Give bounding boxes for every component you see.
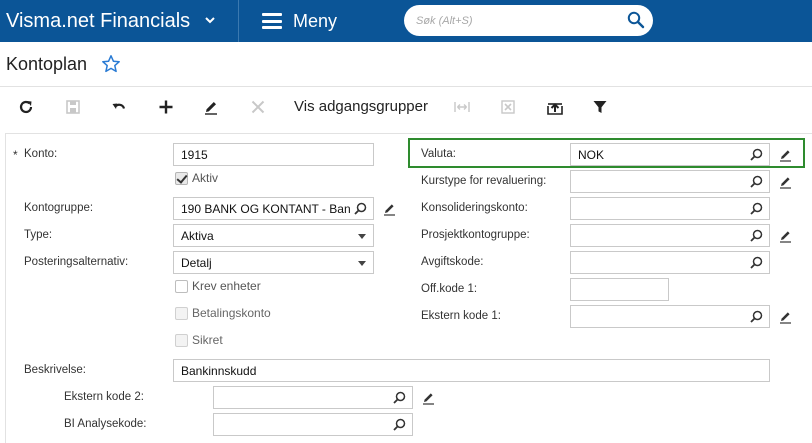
lookup-icon[interactable] (354, 202, 367, 215)
krev-enheter-label: Krev enheter (192, 279, 261, 293)
sikret-checkbox[interactable] (175, 334, 188, 347)
page-title: Kontoplan (6, 54, 88, 74)
edit-pencil-icon[interactable] (779, 148, 793, 162)
ekstern-kode-1-label: Ekstern kode 1: (421, 310, 501, 322)
chevron-down-icon (358, 261, 366, 266)
lookup-icon[interactable] (750, 148, 763, 161)
sikret-label: Sikret (192, 333, 223, 347)
edit-pencil-icon[interactable] (383, 202, 397, 216)
konto-label: Konto: (24, 148, 58, 160)
undo-icon (112, 103, 126, 109)
avgiftskode-label: Avgiftskode: (421, 256, 484, 268)
add-button[interactable] (155, 96, 177, 118)
posteringsalternativ-label: Posteringsalternativ: (24, 256, 129, 268)
ekstern-kode-2-label: Ekstern kode 2: (64, 391, 144, 403)
konsolideringskonto-label: Konsolideringskonto: (421, 202, 528, 214)
hamburger-icon (262, 13, 282, 29)
excel-icon (501, 100, 515, 114)
valuta-field[interactable]: NOK (570, 143, 770, 166)
konsolideringskonto-field[interactable] (570, 197, 770, 220)
prosjektkontogruppe-field[interactable] (570, 224, 770, 247)
refresh-button[interactable] (15, 96, 37, 118)
avgiftskode-field[interactable] (570, 251, 770, 274)
app-switcher[interactable]: Visma.net Financials (0, 0, 238, 42)
edit-pencil-icon[interactable] (779, 175, 793, 189)
kurstype-field[interactable] (570, 170, 770, 193)
page-header: Kontoplan (0, 42, 812, 87)
edit-pencil-icon[interactable] (422, 391, 436, 405)
valuta-label: Valuta: (421, 148, 456, 160)
undo-button[interactable] (108, 96, 130, 118)
edit-button[interactable] (200, 96, 222, 118)
save-button[interactable] (62, 96, 84, 118)
divider (238, 0, 239, 42)
kurstype-label: Kurstype for revaluering: (421, 175, 547, 187)
save-icon (66, 100, 80, 114)
lookup-icon[interactable] (393, 418, 406, 431)
global-search (404, 5, 653, 36)
betalingskonto-label: Betalingskonto (192, 306, 271, 320)
top-bar: Visma.net Financials Meny (0, 0, 812, 42)
prosjektkontogruppe-label: Prosjektkontogruppe: (421, 229, 530, 241)
posteringsalternativ-select[interactable]: Detalj (173, 251, 374, 274)
lookup-icon[interactable] (750, 202, 763, 215)
betalingskonto-checkbox[interactable] (175, 307, 188, 320)
search-icon[interactable] (627, 11, 645, 29)
app-title: Visma.net Financials (6, 9, 191, 32)
export-excel-button[interactable] (497, 96, 519, 118)
favorite-star-icon[interactable] (101, 54, 121, 74)
chevron-down-icon (205, 17, 215, 24)
type-select[interactable]: Aktiva (173, 224, 374, 247)
delete-button[interactable] (247, 96, 269, 118)
krev-enheter-checkbox[interactable] (175, 280, 188, 293)
access-groups-button[interactable]: Vis adgangsgrupper (294, 98, 428, 115)
aktiv-label: Aktiv (192, 171, 219, 185)
chevron-down-icon (358, 234, 366, 239)
plus-icon (159, 100, 173, 114)
menu-label: Meny (293, 10, 338, 31)
bi-analysekode-field[interactable] (213, 413, 413, 436)
edit-pencil-icon[interactable] (779, 229, 793, 243)
lookup-icon[interactable] (750, 256, 763, 269)
fit-width-button[interactable] (451, 96, 473, 118)
main-menu-button[interactable]: Meny (262, 0, 337, 42)
beskrivelse-field[interactable]: Bankinnskudd (173, 359, 770, 382)
upload-button[interactable] (544, 96, 566, 118)
bi-analysekode-label: BI Analysekode: (64, 418, 147, 430)
ekstern-kode-1-field[interactable] (570, 305, 770, 328)
pencil-icon (205, 102, 217, 115)
filter-icon (593, 101, 607, 113)
fit-width-icon (454, 102, 470, 112)
type-label: Type: (24, 229, 53, 241)
lookup-icon[interactable] (393, 391, 406, 404)
toolbar: Vis adgangsgrupper (0, 87, 812, 127)
aktiv-checkbox[interactable] (175, 172, 188, 185)
lookup-icon[interactable] (750, 175, 763, 188)
lookup-icon[interactable] (750, 310, 763, 323)
konto-field[interactable]: 1915 (173, 143, 374, 166)
ekstern-kode-2-field[interactable] (213, 386, 413, 409)
upload-icon (547, 102, 563, 115)
kontogruppe-field[interactable]: 190 BANK OG KONTANT - Ban (173, 197, 374, 220)
refresh-icon (19, 100, 33, 114)
search-input[interactable] (416, 12, 616, 29)
off-kode-1-label: Off.kode 1: (421, 283, 478, 295)
edit-pencil-icon[interactable] (779, 310, 793, 324)
close-icon (251, 100, 265, 114)
kontogruppe-label: Kontogruppe: (24, 202, 94, 214)
beskrivelse-label: Beskrivelse: (24, 364, 86, 376)
off-kode-1-field[interactable] (570, 278, 669, 301)
required-marker: * (13, 148, 18, 162)
lookup-icon[interactable] (750, 229, 763, 242)
filter-button[interactable] (589, 96, 611, 118)
